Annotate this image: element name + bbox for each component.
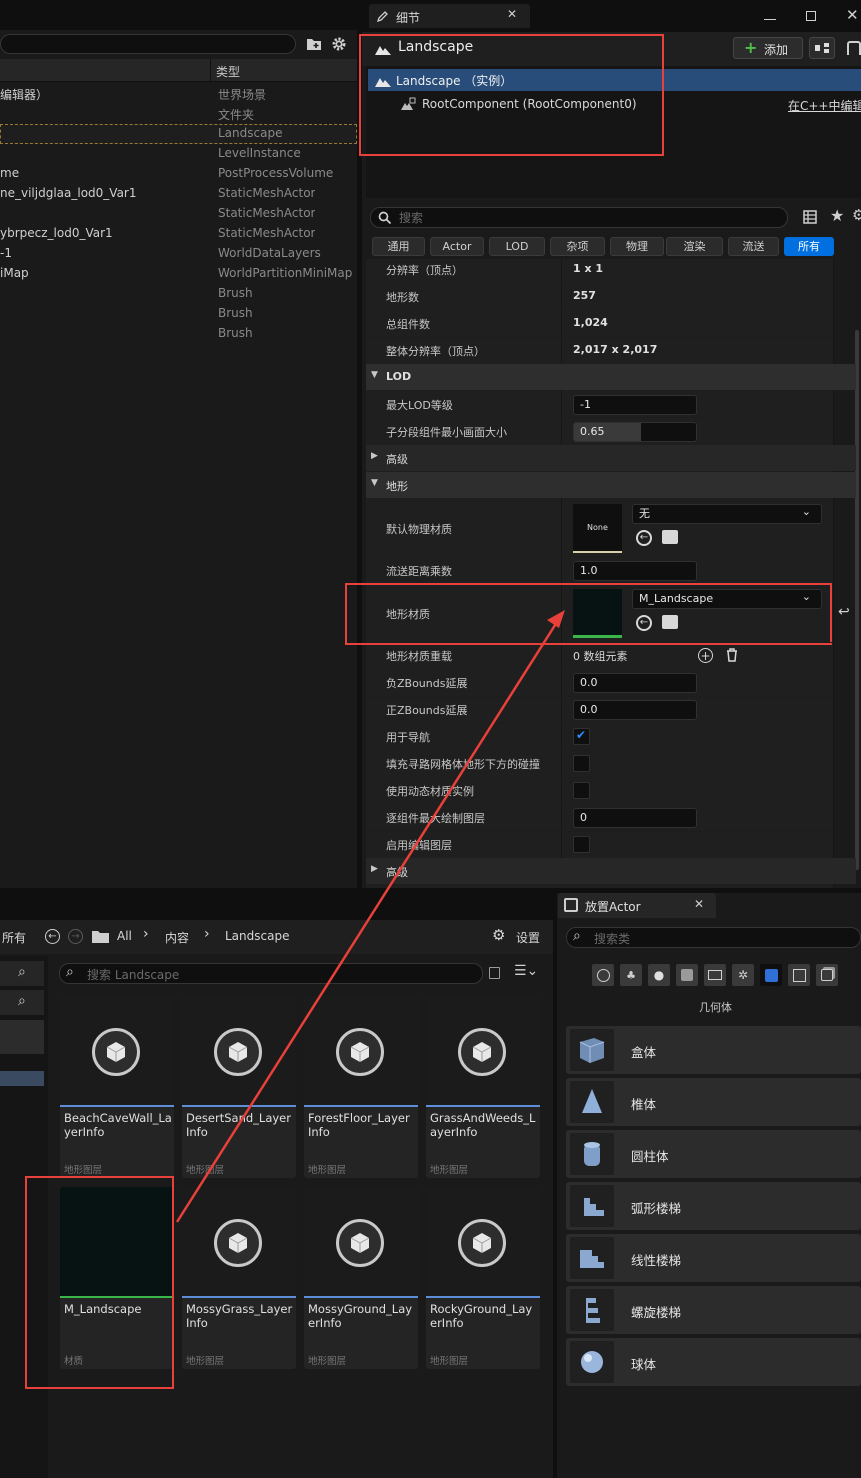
annotation-arrow (175, 610, 565, 1223)
